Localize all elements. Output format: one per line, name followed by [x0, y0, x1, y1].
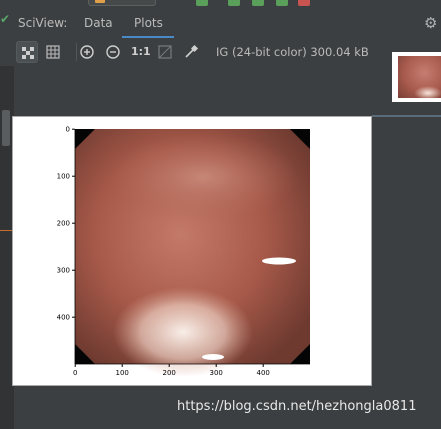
y-tick-label: 100 — [57, 173, 70, 181]
plot-figure: 0 100 200 300 400 0 100 200 300 400 — [57, 126, 310, 377]
python-config-icon — [95, 0, 105, 3]
sciview-header: ✔ SciView: Data Plots ⚙ — [0, 10, 441, 38]
check-icon: ✔ — [0, 12, 11, 26]
y-ticks: 0 100 200 300 400 — [57, 126, 75, 322]
plot-canvas: 0 100 200 300 400 0 100 200 300 400 — [12, 116, 372, 386]
sciview-title: SciView: — [18, 16, 68, 30]
upper-tissue-glow — [108, 132, 298, 222]
actual-size-button[interactable]: 1:1 — [131, 45, 151, 58]
fit-to-window-button[interactable] — [16, 41, 38, 63]
stop-icon[interactable] — [298, 0, 310, 6]
zoom-in-button[interactable] — [76, 41, 98, 63]
zoom-out-icon — [106, 45, 120, 59]
image-info-text: IG (24-bit color) 300.04 kB — [216, 45, 369, 59]
color-picker-button[interactable] — [180, 41, 202, 63]
lower-glare — [113, 287, 253, 377]
zoom-in-icon — [80, 45, 94, 59]
specular-highlight-right — [262, 257, 296, 265]
build-icon[interactable] — [196, 0, 208, 6]
plot-thumbnail[interactable] — [392, 52, 441, 102]
tab-data[interactable]: Data — [84, 16, 113, 30]
run-toolbar-strip — [0, 0, 441, 10]
specular-highlight-bottom — [202, 354, 224, 360]
tab-plots[interactable]: Plots — [134, 16, 163, 30]
run-configuration-dropdown[interactable] — [88, 0, 156, 6]
eyedropper-icon — [185, 44, 199, 58]
coverage-icon[interactable] — [276, 0, 288, 6]
y-tick-label: 200 — [57, 220, 70, 228]
run-icon[interactable] — [228, 0, 240, 6]
chessboard-toggle-button[interactable] — [154, 41, 176, 63]
thumbnail-separator — [372, 115, 441, 117]
y-tick-label: 0 — [66, 126, 70, 134]
gear-icon[interactable]: ⚙ — [424, 14, 437, 32]
x-tick-label: 200 — [163, 369, 176, 377]
fit-window-icon — [22, 47, 34, 59]
chessboard-icon — [158, 45, 172, 59]
y-tick-label: 400 — [57, 314, 70, 322]
plot-toolbar: 1:1 IG (24-bit color) 300.04 kB — [14, 38, 441, 66]
thumbnail-highlight — [414, 86, 441, 100]
x-tick-label: 0 — [73, 369, 77, 377]
x-tick-label: 400 — [257, 369, 270, 377]
zoom-out-button[interactable] — [102, 41, 124, 63]
grid-icon — [46, 45, 60, 59]
x-tick-label: 100 — [116, 369, 129, 377]
debug-icon[interactable] — [252, 0, 264, 6]
x-tick-label: 300 — [210, 369, 223, 377]
grid-toggle-button[interactable] — [42, 41, 64, 63]
scroll-thumb[interactable] — [2, 110, 10, 146]
watermark-text: https://blog.csdn.net/hezhongla0811 — [177, 399, 417, 414]
y-tick-label: 300 — [57, 267, 70, 275]
